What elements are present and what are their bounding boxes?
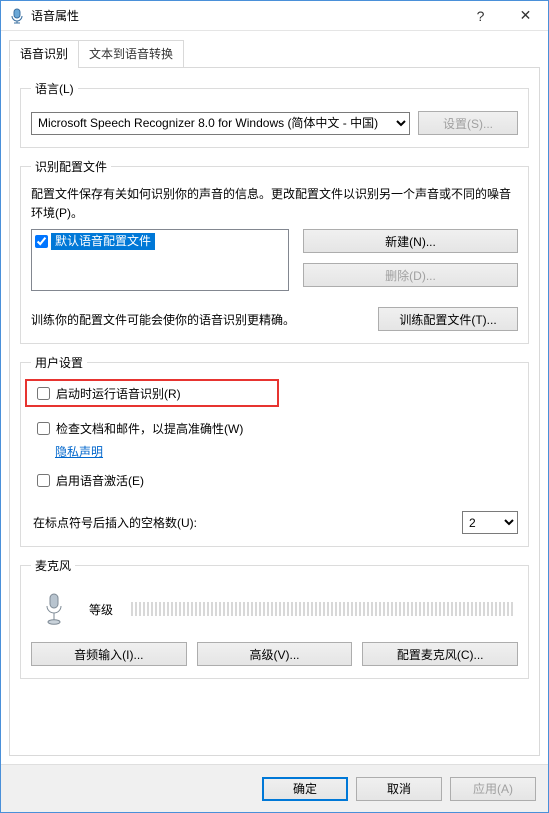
run-at-startup-label: 启动时运行语音识别(R)	[56, 385, 181, 402]
profile-default-checkbox[interactable]	[35, 235, 48, 248]
tab-strip: 语音识别 文本到语音转换	[9, 40, 540, 68]
tab-page-recognition: 语言(L) Microsoft Speech Recognizer 8.0 fo…	[9, 67, 540, 756]
apply-button[interactable]: 应用(A)	[450, 777, 536, 801]
privacy-statement-link[interactable]: 隐私声明	[55, 439, 518, 464]
tab-speech-recognition[interactable]: 语音识别	[9, 40, 79, 68]
train-hint-text: 训练你的配置文件可能会使你的语音识别更精确。	[31, 311, 364, 328]
group-microphone-legend: 麦克风	[31, 557, 75, 574]
spaces-after-punct-select[interactable]: 2	[462, 511, 518, 534]
configure-microphone-button[interactable]: 配置麦克风(C)...	[362, 642, 518, 666]
run-at-startup-checkbox[interactable]	[37, 387, 50, 400]
language-select[interactable]: Microsoft Speech Recognizer 8.0 for Wind…	[31, 112, 410, 135]
group-user-settings-legend: 用户设置	[31, 354, 87, 371]
review-docs-checkbox[interactable]	[37, 422, 50, 435]
voice-activation-checkbox[interactable]	[37, 474, 50, 487]
ok-button[interactable]: 确定	[262, 777, 348, 801]
dialog-footer: 确定 取消 应用(A)	[1, 764, 548, 812]
profile-delete-button[interactable]: 删除(D)...	[303, 263, 518, 287]
language-settings-button[interactable]: 设置(S)...	[418, 111, 518, 135]
profiles-description: 配置文件保存有关如何识别你的声音的信息。更改配置文件以识别另一个声音或不同的噪音…	[31, 185, 518, 223]
spaces-after-punct-label: 在标点符号后插入的空格数(U):	[33, 514, 454, 531]
group-language: 语言(L) Microsoft Speech Recognizer 8.0 fo…	[20, 80, 529, 148]
advanced-button[interactable]: 高级(V)...	[197, 642, 353, 666]
mic-level-meter	[131, 602, 514, 616]
cancel-button[interactable]: 取消	[356, 777, 442, 801]
group-user-settings: 用户设置 启动时运行语音识别(R) 检查文档和邮件，以提高准确性(W) 隐私声明…	[20, 354, 529, 547]
voice-activation-label: 启用语音激活(E)	[56, 472, 144, 489]
profiles-listbox[interactable]: 默认语音配置文件	[31, 229, 289, 291]
review-docs-label: 检查文档和邮件，以提高准确性(W)	[56, 420, 243, 437]
window-title: 语音属性	[31, 7, 458, 24]
profile-item-default[interactable]: 默认语音配置文件	[34, 232, 286, 250]
tab-text-to-speech[interactable]: 文本到语音转换	[78, 40, 184, 68]
microphone-icon	[39, 590, 69, 628]
group-language-legend: 语言(L)	[31, 80, 78, 97]
mic-level-label: 等级	[89, 601, 113, 618]
close-button[interactable]: ✕	[503, 1, 548, 30]
profile-new-button[interactable]: 新建(N)...	[303, 229, 518, 253]
group-profiles-legend: 识别配置文件	[31, 158, 111, 175]
audio-input-button[interactable]: 音频输入(I)...	[31, 642, 187, 666]
train-profile-button[interactable]: 训练配置文件(T)...	[378, 307, 518, 331]
group-profiles: 识别配置文件 配置文件保存有关如何识别你的声音的信息。更改配置文件以识别另一个声…	[20, 158, 529, 344]
client-area: 语音识别 文本到语音转换 语言(L) Microsoft Speech Reco…	[1, 31, 548, 764]
titlebar: 语音属性 ? ✕	[1, 1, 548, 31]
help-button[interactable]: ?	[458, 1, 503, 30]
spacer	[20, 689, 529, 745]
dialog-window: 语音属性 ? ✕ 语音识别 文本到语音转换 语言(L) Microsoft Sp…	[0, 0, 549, 813]
profile-default-label: 默认语音配置文件	[51, 233, 155, 250]
group-microphone: 麦克风 等级 音频输入(I)... 高级(V	[20, 557, 529, 679]
app-icon	[9, 8, 25, 24]
